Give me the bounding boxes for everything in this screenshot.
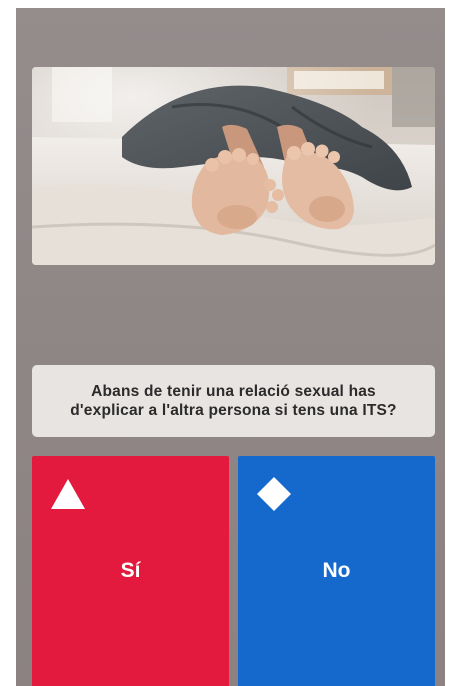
question-line-1: Abans de tenir una relació sexual has: [91, 383, 376, 400]
answer-no-button[interactable]: No: [238, 456, 435, 686]
triangle-icon: [51, 479, 85, 509]
question-image: [32, 67, 435, 265]
feet-on-bed-photo: [32, 67, 435, 265]
quiz-screen: Abans de tenir una relació sexual has d'…: [16, 8, 445, 686]
question-line-2: d'explicar a l'altra persona si tens una…: [70, 402, 397, 419]
answer-yes-button[interactable]: Sí: [32, 456, 229, 686]
answer-no-label: No: [322, 559, 351, 582]
answer-yes-label: Sí: [120, 559, 141, 582]
diamond-icon: [257, 477, 291, 511]
question-box: Abans de tenir una relació sexual has d'…: [32, 365, 435, 437]
question-text: Abans de tenir una relació sexual has d'…: [70, 382, 396, 420]
